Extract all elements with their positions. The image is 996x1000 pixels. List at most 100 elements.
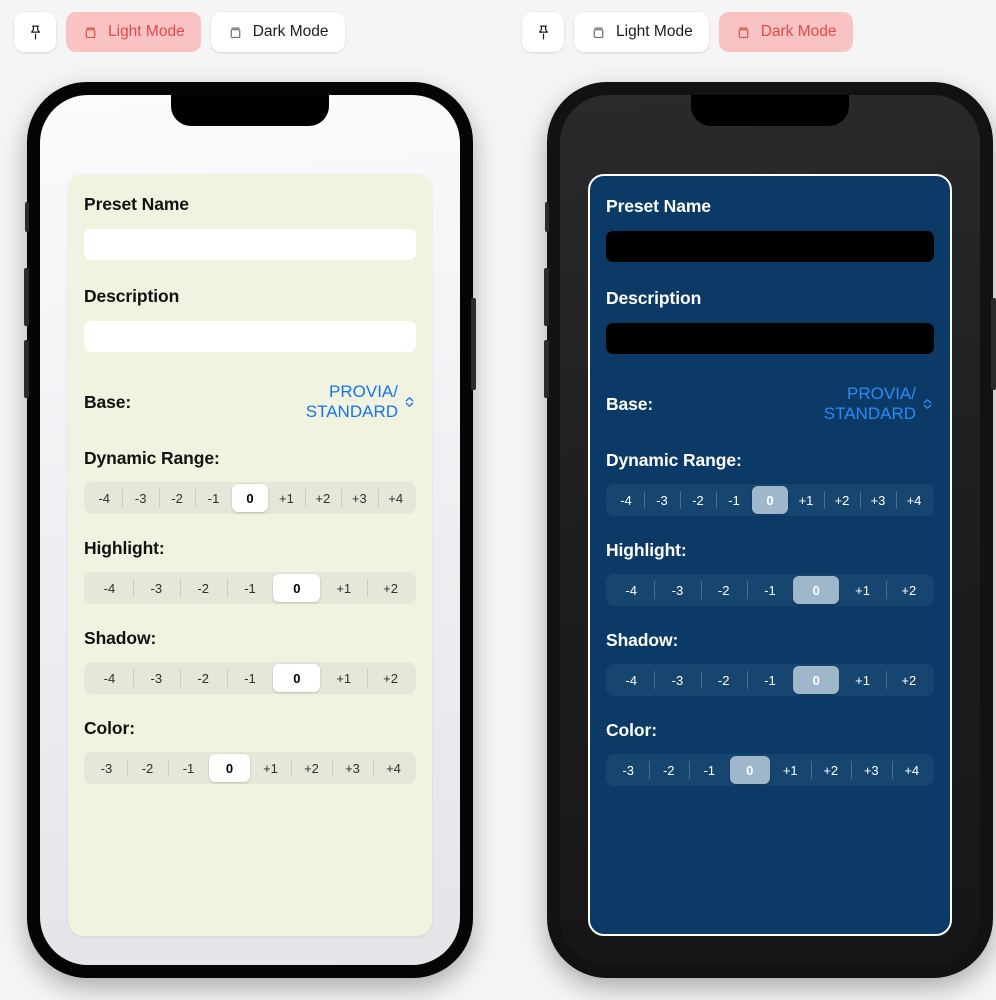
device-box-icon (590, 24, 607, 41)
seg-option[interactable]: -2 (648, 756, 690, 784)
seg-option[interactable]: -2 (127, 754, 168, 782)
seg-option[interactable]: -2 (700, 666, 747, 694)
seg-option-selected[interactable]: 0 (273, 574, 321, 602)
seg-option-selected[interactable]: 0 (793, 576, 840, 604)
seg-option[interactable]: +4 (891, 756, 933, 784)
base-label: Base: (84, 391, 132, 412)
seg-option[interactable]: -4 (608, 666, 654, 694)
pin-button[interactable] (522, 12, 564, 52)
dark-mode-button-left[interactable]: Dark Mode (210, 12, 345, 52)
seg-option[interactable]: -1 (195, 484, 231, 512)
light-mode-button-right[interactable]: Light Mode (574, 12, 709, 52)
power-button[interactable] (471, 298, 476, 390)
seg-option[interactable]: -3 (86, 754, 127, 782)
description-label: Description (84, 286, 180, 306)
seg-option[interactable]: +1 (250, 754, 291, 782)
seg-option-selected[interactable]: 0 (752, 486, 788, 514)
seg-option[interactable]: +1 (839, 666, 885, 694)
seg-option[interactable]: -1 (746, 666, 793, 694)
seg-option[interactable]: -4 (608, 576, 654, 604)
seg-option[interactable]: -4 (86, 484, 122, 512)
description-input[interactable] (84, 321, 416, 352)
seg-option[interactable]: +2 (291, 754, 332, 782)
seg-option[interactable]: -3 (644, 486, 680, 514)
pin-button[interactable] (14, 12, 56, 52)
seg-option[interactable]: +3 (851, 756, 892, 784)
shadow-segmented-control[interactable]: -4 -3 -2 -1 0 +1 +2 (84, 662, 416, 694)
volume-up-button[interactable] (24, 268, 29, 326)
seg-option[interactable]: -2 (179, 664, 227, 692)
highlight-segmented-control[interactable]: -4 -3 -2 -1 0 +1 +2 (606, 574, 934, 606)
seg-option-selected[interactable]: 0 (231, 484, 269, 512)
color-segmented-control[interactable]: -3 -2 -1 0 +1 +2 +3 +4 (606, 754, 934, 786)
preset-name-input[interactable] (606, 231, 934, 262)
base-picker[interactable]: PROVIA/ STANDARD (811, 384, 934, 424)
seg-option[interactable]: +1 (839, 576, 885, 604)
seg-option-selected[interactable]: 0 (273, 664, 321, 692)
silent-switch[interactable] (25, 202, 29, 232)
seg-option[interactable]: +2 (304, 484, 341, 512)
seg-option[interactable]: +2 (367, 664, 414, 692)
dark-mode-label-right: Dark Mode (760, 23, 837, 40)
seg-option[interactable]: -3 (122, 484, 158, 512)
seg-option[interactable]: -4 (608, 486, 644, 514)
base-value: PROVIA/ STANDARD (823, 384, 916, 423)
shadow-segmented-control[interactable]: -4 -3 -2 -1 0 +1 +2 (606, 664, 934, 696)
seg-option[interactable]: -3 (654, 666, 700, 694)
dark-mode-button-right[interactable]: Dark Mode (718, 12, 853, 52)
light-mode-label-right: Light Mode (616, 23, 693, 40)
description-input[interactable] (606, 323, 934, 354)
seg-option[interactable]: +2 (810, 756, 852, 784)
seg-option[interactable]: +3 (332, 754, 373, 782)
seg-option[interactable]: +3 (860, 486, 896, 514)
seg-option-selected[interactable]: 0 (209, 754, 250, 782)
highlight-label: Highlight: (84, 538, 165, 558)
preset-name-input[interactable] (84, 229, 416, 260)
seg-option[interactable]: -1 (716, 486, 752, 514)
seg-option[interactable]: +1 (320, 574, 367, 602)
dynamic-range-segmented-control[interactable]: -4 -3 -2 -1 0 +1 +2 +3 +4 (606, 484, 934, 516)
seg-option-selected[interactable]: 0 (793, 666, 840, 694)
seg-option[interactable]: -1 (226, 574, 274, 602)
seg-option[interactable]: -1 (168, 754, 209, 782)
silent-switch[interactable] (545, 202, 549, 232)
seg-option-selected[interactable]: 0 (729, 756, 770, 784)
light-preview-toolbar: Light Mode Dark Mode (14, 12, 345, 52)
volume-up-button[interactable] (544, 268, 549, 326)
seg-option[interactable]: +4 (896, 486, 932, 514)
highlight-segmented-control[interactable]: -4 -3 -2 -1 0 +1 +2 (84, 572, 416, 604)
seg-option[interactable]: +1 (788, 486, 824, 514)
seg-option[interactable]: +1 (268, 484, 304, 512)
dark-mode-label-left: Dark Mode (252, 23, 329, 40)
seg-option[interactable]: -1 (746, 576, 793, 604)
seg-option[interactable]: +1 (770, 756, 811, 784)
seg-option[interactable]: -3 (132, 664, 180, 692)
seg-option[interactable]: +2 (367, 574, 414, 602)
seg-option[interactable]: +3 (341, 484, 377, 512)
seg-option[interactable]: -3 (132, 574, 180, 602)
seg-option[interactable]: -4 (86, 664, 133, 692)
seg-option[interactable]: -2 (680, 486, 716, 514)
seg-option[interactable]: -2 (700, 576, 747, 604)
seg-option[interactable]: +2 (885, 576, 932, 604)
volume-down-button[interactable] (544, 340, 549, 398)
notch (691, 95, 849, 126)
base-picker[interactable]: PROVIA/ STANDARD (293, 382, 416, 422)
seg-option[interactable]: -1 (689, 756, 730, 784)
seg-option[interactable]: -4 (86, 574, 133, 602)
seg-option[interactable]: +4 (377, 484, 414, 512)
color-segmented-control[interactable]: -3 -2 -1 0 +1 +2 +3 +4 (84, 752, 416, 784)
seg-option[interactable]: -2 (158, 484, 195, 512)
seg-option[interactable]: +2 (824, 486, 860, 514)
dynamic-range-segmented-control[interactable]: -4 -3 -2 -1 0 +1 +2 +3 +4 (84, 482, 416, 514)
seg-option[interactable]: -3 (608, 756, 649, 784)
light-mode-button-left[interactable]: Light Mode (66, 12, 201, 52)
seg-option[interactable]: -2 (179, 574, 227, 602)
power-button[interactable] (991, 298, 996, 390)
seg-option[interactable]: +4 (373, 754, 414, 782)
seg-option[interactable]: -3 (654, 576, 700, 604)
seg-option[interactable]: -1 (226, 664, 274, 692)
volume-down-button[interactable] (24, 340, 29, 398)
seg-option[interactable]: +1 (320, 664, 367, 692)
seg-option[interactable]: +2 (885, 666, 932, 694)
